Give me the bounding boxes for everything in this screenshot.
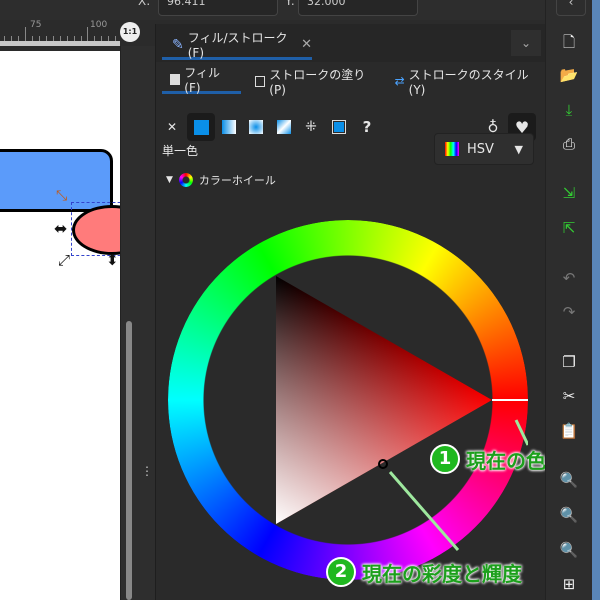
annotation-line [388, 471, 460, 551]
selection-bbox [71, 202, 120, 256]
commands-toolbar: 🗋 📂 ⤓ ⎙ ⇲ ⇱ ↶ ↷ ❐ ✂ 📋 🔍 🔍 🔍 ⊞ [545, 0, 592, 600]
color-wheel-icon [178, 173, 193, 187]
toolbar-overflow-button[interactable]: ‹ [556, 0, 586, 16]
swatch-icon [332, 120, 346, 134]
scrollbar-thumb[interactable] [126, 321, 132, 600]
saturation-value-triangle[interactable] [168, 220, 528, 580]
linear-gradient-button[interactable] [218, 116, 240, 138]
dropdown-arrow-icon: ▼ [514, 142, 523, 156]
undo-icon[interactable]: ↶ [558, 268, 580, 288]
drawing-canvas[interactable]: ⤡ ⬌ ⤢ ⬍ [0, 51, 120, 600]
ruler-label: 100 [90, 20, 108, 30]
subtab-label: ストロークのスタイル(Y) [408, 67, 529, 97]
annotation-badge: 2 [326, 557, 356, 587]
vertical-scrollbar[interactable]: ⋮ [120, 46, 155, 600]
linear-gradient-icon [222, 120, 236, 134]
window-edge [592, 0, 600, 600]
skew-handle-icon[interactable]: ⤡ [56, 188, 67, 204]
close-tab-icon[interactable]: ✕ [301, 37, 312, 52]
annotation-sv: 2 現在の彩度と輝度 [326, 557, 522, 587]
no-paint-button[interactable]: ✕ [161, 116, 183, 138]
zoom-page-icon[interactable]: 🔍 [558, 540, 580, 560]
flat-color-label: 単一色 [162, 144, 199, 158]
x-label: X: [138, 0, 151, 8]
new-document-icon[interactable]: 🗋 [558, 32, 580, 52]
y-label: Y: [285, 0, 295, 8]
swatch-button[interactable] [328, 116, 350, 138]
fill-subtabs: フィル(F) ストロークの塗り(P) ⇄ ストロークのスタイル(Y) [162, 66, 542, 97]
subtab-label: ストロークの塗り(P) [269, 67, 366, 97]
flat-color-icon [193, 119, 209, 135]
horizontal-ruler[interactable]: 75 100 [0, 20, 120, 46]
zoom-selection-icon[interactable]: 🔍 [558, 470, 580, 490]
tabs-menu-chevron-icon[interactable]: ⌄ [511, 30, 541, 56]
fill-icon [170, 74, 181, 85]
stroke-style-icon: ⇄ [394, 74, 405, 88]
zoom-center-icon[interactable]: ⊞ [558, 574, 580, 594]
open-folder-icon[interactable]: 📂 [558, 65, 580, 85]
paste-icon[interactable]: 📋 [558, 421, 580, 441]
print-icon[interactable]: ⎙ [558, 134, 580, 154]
annotation-line [514, 419, 528, 446]
scale-vertical-handle-icon[interactable]: ⬍ [106, 251, 119, 269]
tab-fill-stroke[interactable]: ✎ フィル/ストローク(F) ✕ [162, 31, 312, 60]
expander-triangle-icon: ▼ [166, 175, 173, 185]
subtab-label: フィル(F) [184, 66, 221, 95]
mesh-gradient-icon [277, 120, 291, 134]
x-input[interactable]: 96.411 [158, 0, 278, 16]
subtab-stroke-style[interactable]: ⇄ ストロークのスタイル(Y) [389, 67, 542, 97]
save-icon[interactable]: ⤓ [558, 100, 580, 120]
import-icon[interactable]: ⇲ [558, 183, 580, 203]
paintbrush-icon: ✎ [172, 36, 184, 53]
zoom-1to1-button[interactable]: 1:1 [120, 22, 140, 42]
tab-title: フィル/ストローク(F) [187, 31, 288, 60]
panel-resize-handle-icon[interactable]: ⋮ [141, 464, 153, 478]
annotation-text: 現在の彩度と輝度 [362, 561, 522, 586]
color-mode-select[interactable]: HSV ▼ [434, 133, 534, 165]
subtab-stroke-paint[interactable]: ストロークの塗り(P) [241, 67, 389, 97]
color-mode-value: HSV [467, 141, 494, 157]
flat-color-button[interactable] [187, 113, 215, 141]
cut-icon[interactable]: ✂ [558, 386, 580, 406]
export-icon[interactable]: ⇱ [558, 218, 580, 238]
radial-gradient-button[interactable] [245, 116, 267, 138]
copy-icon[interactable]: ❐ [558, 352, 580, 372]
hsv-icon [445, 142, 459, 156]
mesh-gradient-button[interactable] [273, 116, 295, 138]
y-input[interactable]: 32.000 [298, 0, 418, 16]
redo-icon[interactable]: ↷ [558, 302, 580, 322]
annotation-badge: 1 [430, 444, 460, 474]
top-toolbar: X: 96.411 Y: 32.000 [0, 0, 600, 20]
pattern-icon: ⁜ [305, 119, 317, 135]
scale-horizontal-handle-icon[interactable]: ⬌ [54, 219, 67, 238]
ruler-label: 75 [30, 20, 42, 30]
unset-paint-button[interactable]: ? [356, 116, 378, 138]
pattern-button[interactable]: ⁜ [300, 116, 322, 138]
zoom-drawing-icon[interactable]: 🔍 [558, 505, 580, 525]
radial-gradient-icon [249, 120, 263, 134]
subtab-fill[interactable]: フィル(F) [162, 66, 241, 95]
stroke-paint-icon [254, 75, 266, 87]
color-wheel-expander[interactable]: ▼ カラーホイール [166, 172, 276, 188]
color-wheel-label: カラーホイール [198, 174, 276, 187]
scale-corner-handle-icon[interactable]: ⤢ [58, 251, 70, 269]
